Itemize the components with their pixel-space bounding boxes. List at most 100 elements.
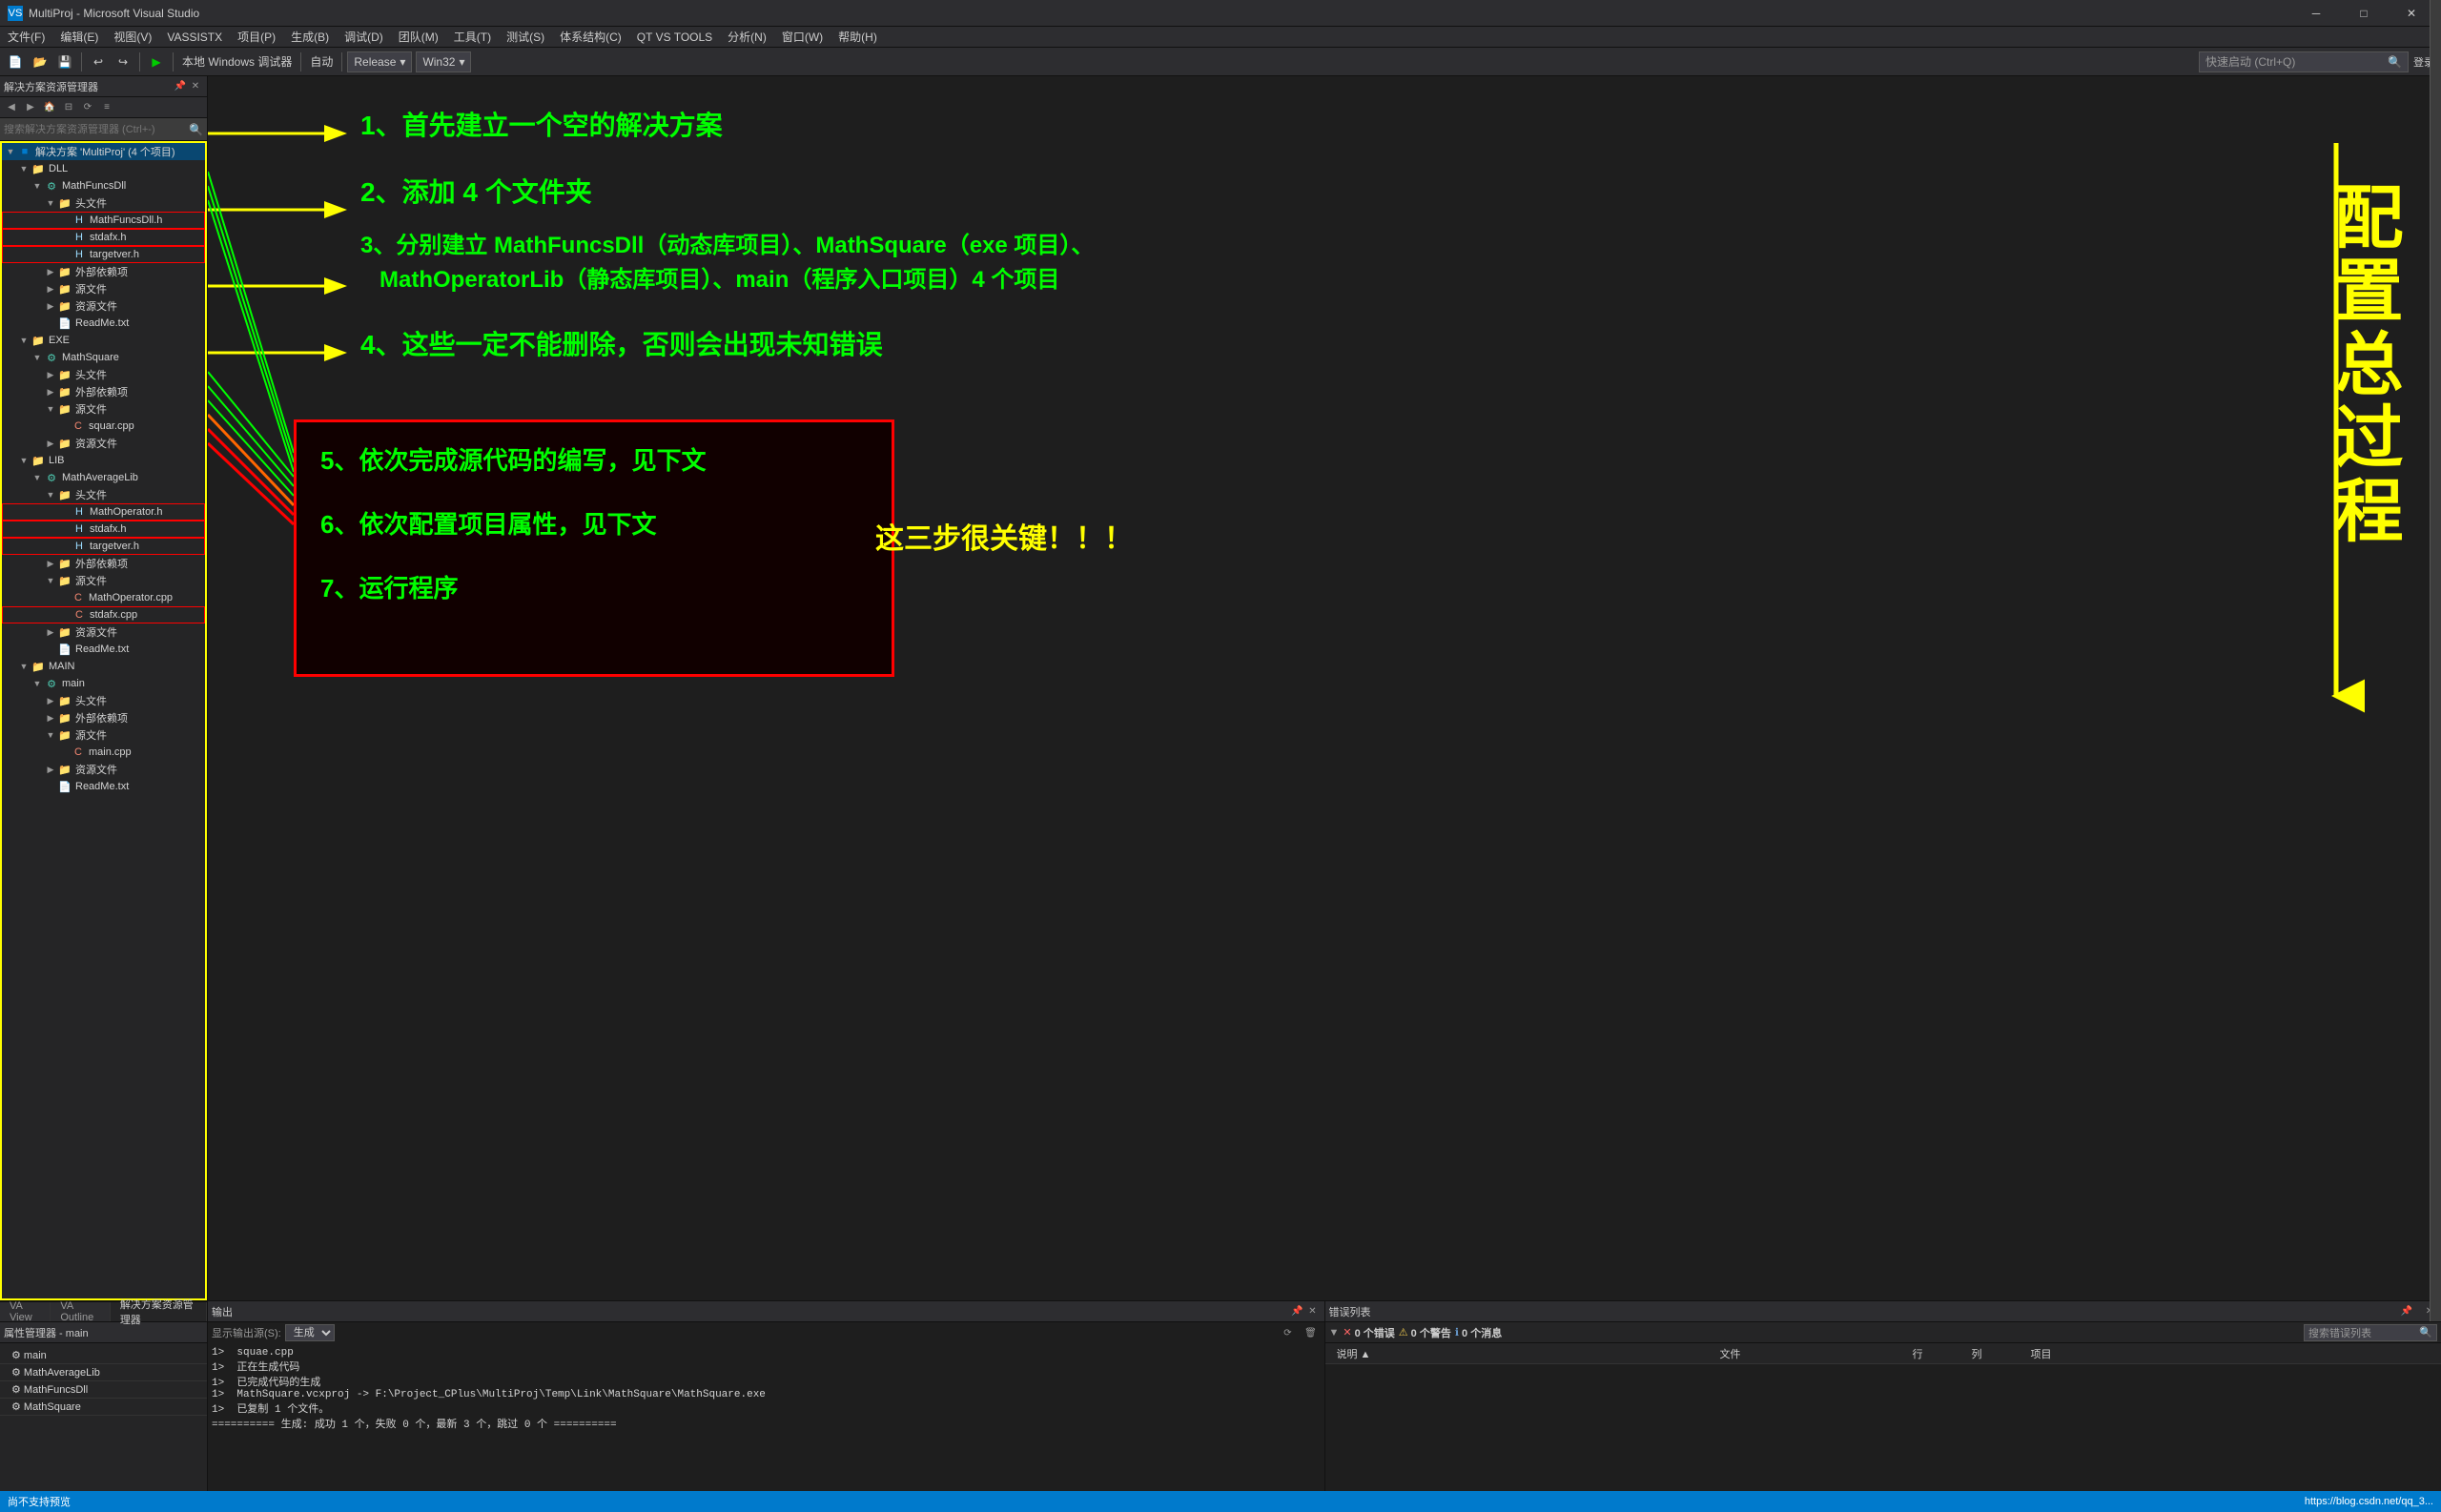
tree-readme-3[interactable]: 📄 ReadMe.txt: [2, 778, 205, 795]
menu-window[interactable]: 窗口(W): [774, 27, 831, 47]
tree-targetver-h-1[interactable]: H targetver.h: [2, 246, 205, 263]
tree-readme-1[interactable]: 📄 ReadMe.txt: [2, 315, 205, 332]
output-pin-button[interactable]: 📌: [1290, 1304, 1305, 1319]
se-forward-button[interactable]: ▶: [21, 99, 40, 116]
col-project[interactable]: 项目: [2023, 1346, 2166, 1361]
quick-search-input[interactable]: 快速启动 (Ctrl+Q): [2205, 53, 2388, 70]
tree-resource-4[interactable]: ▶ 📁 资源文件: [2, 761, 205, 778]
save-button[interactable]: 💾: [53, 51, 76, 73]
menu-debug[interactable]: 调试(D): [337, 27, 391, 47]
start-button[interactable]: ▶: [145, 51, 168, 73]
arch-dropdown[interactable]: Win32 ▾: [416, 51, 471, 72]
tree-external-deps-4[interactable]: ▶ 📁 外部依赖项: [2, 709, 205, 726]
menu-tools[interactable]: 工具(T): [446, 27, 499, 47]
annotation-step1: 1、首先建立一个空的解决方案: [360, 105, 723, 143]
tree-resource-3[interactable]: ▶ 📁 资源文件: [2, 623, 205, 641]
output-source-select[interactable]: 生成: [285, 1324, 335, 1341]
tree-resource-1[interactable]: ▶ 📁 资源文件: [2, 297, 205, 315]
tree-headfiles-2[interactable]: ▶ 📁 头文件: [2, 366, 205, 383]
se-back-button[interactable]: ◀: [2, 99, 21, 116]
open-button[interactable]: 📂: [29, 51, 51, 73]
menu-arch[interactable]: 体系结构(C): [552, 27, 629, 47]
tree-source-3[interactable]: ▼ 📁 源文件: [2, 572, 205, 589]
tree-mathoperator-h[interactable]: H MathOperator.h: [2, 503, 205, 521]
prop-mathsquare[interactable]: ⚙ MathSquare: [0, 1399, 207, 1416]
right-note: 这三步很关键！！！: [875, 515, 1133, 557]
menu-test[interactable]: 测试(S): [499, 27, 552, 47]
tree-main-cpp[interactable]: C main.cpp: [2, 744, 205, 761]
va-view-tab[interactable]: VA View: [0, 1302, 51, 1321]
tree-mathaveragelib-project[interactable]: ▼ ⚙ MathAverageLib: [2, 469, 205, 486]
tree-main-project[interactable]: ▼ ⚙ main: [2, 675, 205, 692]
tree-targetver-h-2[interactable]: H targetver.h: [2, 538, 205, 555]
menu-build[interactable]: 生成(B): [283, 27, 337, 47]
config-value: Release: [354, 55, 396, 69]
tree-headfiles-4[interactable]: ▶ 📁 头文件: [2, 692, 205, 709]
tree-headfiles-1[interactable]: ▼ 📁 头文件: [2, 194, 205, 212]
errors-pin-button[interactable]: 📌: [2399, 1304, 2414, 1319]
menu-qt[interactable]: QT VS TOOLS: [629, 27, 720, 47]
tree-mathfuncsdll-project[interactable]: ▼ ⚙ MathFuncsDll: [2, 177, 205, 194]
tree-stdafx-h-1[interactable]: H stdafx.h: [2, 229, 205, 246]
tree-source-1[interactable]: ▶ 📁 源文件: [2, 280, 205, 297]
new-project-button[interactable]: 📄: [4, 51, 27, 73]
menu-help[interactable]: 帮助(H): [831, 27, 885, 47]
tree-readme-2[interactable]: 📄 ReadMe.txt: [2, 641, 205, 658]
tree-exe-folder[interactable]: ▼ 📁 EXE: [2, 332, 205, 349]
se-pin-button[interactable]: 📌: [173, 79, 188, 94]
tree-mathoperator-cpp[interactable]: C MathOperator.cpp: [2, 589, 205, 606]
tree-source-4[interactable]: ▼ 📁 源文件: [2, 726, 205, 744]
close-button[interactable]: ✕: [2390, 0, 2433, 27]
error-count-badge[interactable]: ✕ 0 个错误: [1343, 1325, 1394, 1340]
warning-count-badge[interactable]: ⚠ 0 个警告: [1399, 1325, 1451, 1340]
tree-resource-2[interactable]: ▶ 📁 资源文件: [2, 435, 205, 452]
error-search[interactable]: 搜索错误列表: [2308, 1325, 2419, 1340]
undo-button[interactable]: ↩: [87, 51, 110, 73]
col-col[interactable]: 列: [1964, 1346, 2021, 1361]
se-home-button[interactable]: 🏠: [40, 99, 59, 116]
menu-edit[interactable]: 编辑(E): [52, 27, 106, 47]
menu-view[interactable]: 视图(V): [106, 27, 159, 47]
menu-vassistx[interactable]: VASSISTX: [159, 27, 230, 47]
output-clear-button[interactable]: 🗑: [1302, 1324, 1321, 1341]
tree-mathsquare-project[interactable]: ▼ ⚙ MathSquare: [2, 349, 205, 366]
tree-stdafx-h-2[interactable]: H stdafx.h: [2, 521, 205, 538]
col-file[interactable]: 文件: [1713, 1346, 1903, 1361]
va-outline-tab[interactable]: VA Outline: [51, 1302, 110, 1321]
tree-external-deps-3[interactable]: ▶ 📁 外部依赖项: [2, 555, 205, 572]
menu-team[interactable]: 团队(M): [391, 27, 446, 47]
col-line[interactable]: 行: [1905, 1346, 1962, 1361]
tree-stdafx-cpp[interactable]: C stdafx.cpp: [2, 606, 205, 623]
tree-mathfuncsdll-h[interactable]: H MathFuncsDll.h: [2, 212, 205, 229]
se-collapse-button[interactable]: ⊟: [59, 99, 78, 116]
col-description[interactable]: 说明 ▲: [1329, 1346, 1711, 1361]
minimize-button[interactable]: ─: [2294, 0, 2338, 27]
solution-explorer-tab2[interactable]: 解决方案资源管理器: [111, 1302, 207, 1321]
se-filter-button[interactable]: ≡: [97, 99, 116, 116]
tree-root[interactable]: ▼ ■ 解决方案 'MultiProj' (4 个项目): [2, 143, 205, 160]
tree-lib-folder[interactable]: ▼ 📁 LIB: [2, 452, 205, 469]
tree-squar-cpp[interactable]: C squar.cpp: [2, 418, 205, 435]
maximize-button[interactable]: □: [2342, 0, 2386, 27]
se-close-button[interactable]: ✕: [188, 79, 203, 94]
tree-external-deps-2[interactable]: ▶ 📁 外部依赖项: [2, 383, 205, 400]
menu-project[interactable]: 项目(P): [230, 27, 283, 47]
info-count-badge[interactable]: ℹ 0 个消息: [1455, 1325, 1502, 1340]
solution-search-input[interactable]: [4, 124, 189, 135]
config-dropdown[interactable]: Release ▾: [347, 51, 412, 72]
se-refresh-button[interactable]: ⟳: [78, 99, 97, 116]
prop-main[interactable]: ⚙ main: [0, 1347, 207, 1364]
output-scrollbar[interactable]: [2430, 0, 2441, 1321]
tree-headfiles-3[interactable]: ▼ 📁 头文件: [2, 486, 205, 503]
menu-analyze[interactable]: 分析(N): [720, 27, 774, 47]
output-scroll-button[interactable]: ⟳: [1279, 1324, 1298, 1341]
menu-file[interactable]: 文件(F): [0, 27, 52, 47]
tree-external-deps-1[interactable]: ▶ 📁 外部依赖项: [2, 263, 205, 280]
output-close-button[interactable]: ✕: [1305, 1304, 1321, 1319]
redo-button[interactable]: ↪: [112, 51, 134, 73]
prop-mathfuncsdll[interactable]: ⚙ MathFuncsDll: [0, 1381, 207, 1399]
tree-dll-folder[interactable]: ▼ 📁 DLL: [2, 160, 205, 177]
prop-mathaveragelib[interactable]: ⚙ MathAverageLib: [0, 1364, 207, 1381]
tree-source-2[interactable]: ▼ 📁 源文件: [2, 400, 205, 418]
tree-main-folder[interactable]: ▼ 📁 MAIN: [2, 658, 205, 675]
